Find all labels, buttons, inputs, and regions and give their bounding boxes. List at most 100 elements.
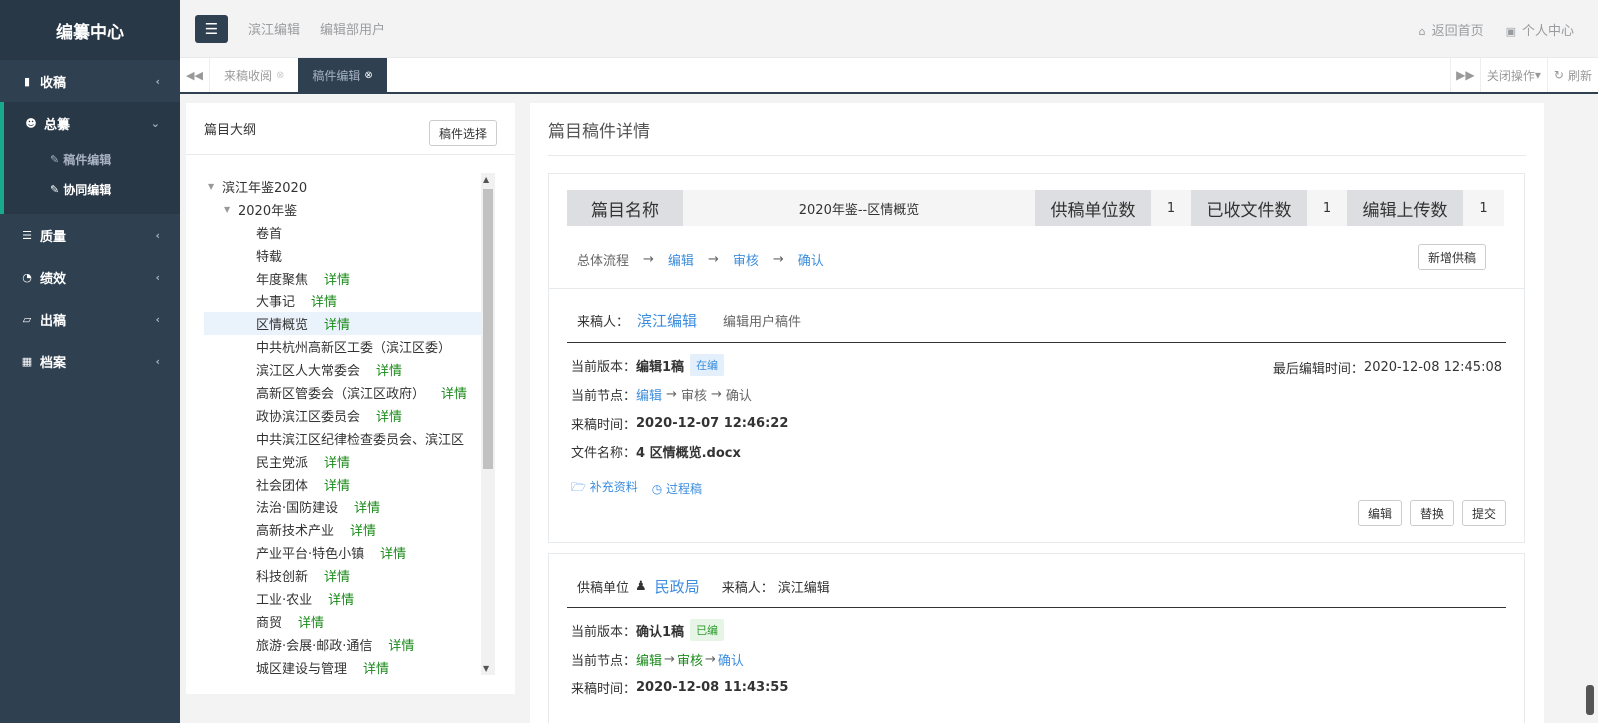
flow-step-confirm[interactable]: 确认 [798, 250, 824, 269]
tree-node-detail-link[interactable]: 详情 [363, 658, 389, 675]
tree-node-label[interactable]: 特载 [256, 246, 282, 265]
close-icon[interactable]: ⊗ [276, 70, 284, 81]
scrollbar-thumb[interactable] [483, 189, 493, 469]
tree-node[interactable]: 工业·农业 详情 [204, 587, 482, 610]
tabs-scroll-right-button[interactable]: ▶▶ [1449, 58, 1480, 92]
tree-node-label[interactable]: 工业·农业 [256, 589, 312, 608]
tree-node-detail-link[interactable]: 详情 [380, 543, 406, 562]
tree-node-detail-link[interactable]: 详情 [376, 360, 402, 379]
node-edit[interactable]: 编辑 [636, 650, 662, 669]
submitter-link[interactable]: 滨江编辑 [637, 310, 697, 331]
tree-node-label[interactable]: 社会团体 [256, 475, 308, 494]
profile-link[interactable]: ▣ 个人中心 [1506, 20, 1574, 39]
tree-node-detail-link[interactable]: 详情 [388, 635, 414, 654]
tree-node-label[interactable]: 城区建设与管理 [256, 658, 347, 675]
tree-node-label[interactable]: 产业平台·特色小镇 [256, 543, 364, 562]
scroll-down-icon[interactable]: ▼ [483, 664, 489, 673]
submit-button[interactable]: 提交 [1461, 500, 1506, 526]
tree-node-detail-link[interactable]: 详情 [441, 383, 467, 402]
tree-node[interactable]: 商贸 详情 [204, 610, 482, 633]
tree-node-detail-link[interactable]: 详情 [324, 475, 350, 494]
tree-node[interactable]: 法治·国防建设 详情 [204, 495, 482, 518]
tree-node[interactable]: 卷首 [204, 221, 482, 244]
tree-node-label[interactable]: 民主党派 [256, 452, 308, 471]
sub-item-manuscript-edit[interactable]: ✎ 稿件编辑 [4, 144, 180, 174]
home-link[interactable]: ⌂ 返回首页 [1419, 20, 1484, 39]
tree-node-label[interactable]: 旅游·会展·邮政·通信 [256, 635, 372, 654]
tree-node[interactable]: 年度聚焦 详情 [204, 267, 482, 290]
tree-node-label[interactable]: 卷首 [256, 223, 282, 242]
nav-item-archive[interactable]: ▦ 档案 ‹ [0, 340, 180, 382]
sub-item-collab-edit[interactable]: ✎ 协同编辑 [4, 174, 180, 204]
tree-node-detail-link[interactable]: 详情 [354, 497, 380, 516]
tab-manuscript-edit[interactable]: 稿件编辑 ⊗ [298, 58, 387, 92]
tree-node-label[interactable]: 滨江年鉴2020 [222, 177, 307, 196]
tree-node[interactable]: 区情概览 详情 [204, 312, 482, 336]
tabs-scroll-left-button[interactable]: ◀◀ [180, 58, 210, 92]
tree-node[interactable]: 中共滨江区纪律检查委员会、滨江区 [204, 427, 482, 450]
nav-item-output[interactable]: ▱ 出稿 ‹ [0, 298, 180, 340]
tree-node-label[interactable]: 高新区管委会（滨江区政府） [256, 383, 425, 402]
tree-node[interactable]: 高新区管委会（滨江区政府） 详情 [204, 381, 482, 404]
tree-node-detail-link[interactable]: 详情 [324, 269, 350, 288]
close-ops-dropdown[interactable]: 关闭操作 ▾ [1479, 58, 1547, 92]
tree-node[interactable]: 中共杭州高新区工委（滨江区委） [204, 335, 482, 358]
caret-down-icon[interactable]: ▼ [208, 182, 222, 191]
tree-node-detail-link[interactable]: 详情 [324, 314, 350, 333]
tree-node[interactable]: 政协滨江区委员会 详情 [204, 404, 482, 427]
tree-node-label[interactable]: 商贸 [256, 612, 282, 631]
outline-scrollbar[interactable]: ▲ ▼ [481, 173, 495, 675]
edit-button[interactable]: 编辑 [1357, 500, 1402, 526]
tree-node[interactable]: 社会团体 详情 [204, 473, 482, 496]
tree-node[interactable]: 旅游·会展·邮政·通信 详情 [204, 633, 482, 656]
close-icon[interactable]: ⊗ [364, 70, 372, 81]
tree-node-label[interactable]: 高新技术产业 [256, 520, 334, 539]
tree-node[interactable]: 滨江区人大常委会 详情 [204, 358, 482, 381]
nav-item-compile[interactable]: ☻ 总纂 ⌄ [4, 102, 180, 144]
menu-toggle-button[interactable]: ☰ [195, 14, 228, 43]
tree-node[interactable]: ▼ 2020年鉴 [204, 198, 482, 221]
flow-step-edit[interactable]: 编辑 [668, 250, 694, 269]
tree-node-detail-link[interactable]: 详情 [298, 612, 324, 631]
tree-node[interactable]: 城区建设与管理 详情 [204, 656, 482, 675]
tree-node[interactable]: 科技创新 详情 [204, 564, 482, 587]
replace-button[interactable]: 替换 [1409, 500, 1454, 526]
tree-node-label[interactable]: 中共滨江区纪律检查委员会、滨江区 [256, 429, 464, 448]
unit-link[interactable]: 民政局 [655, 576, 700, 597]
node-confirm[interactable]: 确认 [718, 650, 744, 669]
tree-node[interactable]: 高新技术产业 详情 [204, 518, 482, 541]
top-link-editorial-users[interactable]: 编辑部用户 [320, 19, 385, 38]
manuscript-select-button[interactable]: 稿件选择 [428, 120, 497, 146]
process-draft-link[interactable]: ◷ 过程稿 [652, 480, 702, 497]
refresh-button[interactable]: ↻ 刷新 [1546, 58, 1598, 92]
tab-submission-review[interactable]: 来稿收阅 ⊗ [210, 58, 298, 92]
tree-node-detail-link[interactable]: 详情 [324, 566, 350, 585]
caret-down-icon[interactable]: ▼ [224, 205, 238, 214]
nav-item-submission[interactable]: ▮ 收稿 ‹ [0, 60, 180, 102]
scroll-up-icon[interactable]: ▲ [483, 175, 489, 184]
tree-node-label[interactable]: 中共杭州高新区工委（滨江区委） [256, 337, 451, 356]
tree-node-detail-link[interactable]: 详情 [311, 291, 337, 310]
tree-node[interactable]: 大事记 详情 [204, 289, 482, 312]
tree-node[interactable]: 民主党派 详情 [204, 450, 482, 473]
node-edit[interactable]: 编辑 [636, 385, 662, 404]
add-submission-button[interactable]: 新增供稿 [1417, 244, 1486, 270]
tree-node-label[interactable]: 2020年鉴 [238, 200, 297, 219]
tree-node-label[interactable]: 科技创新 [256, 566, 308, 585]
supplement-link[interactable]: 🗁 补充资料 [571, 478, 638, 499]
tree-node-label[interactable]: 大事记 [256, 291, 295, 310]
nav-item-quality[interactable]: ☰ 质量 ‹ [0, 214, 180, 256]
page-scrollbar-thumb[interactable] [1586, 685, 1594, 715]
node-review[interactable]: 审核 [677, 650, 703, 669]
tree-node-detail-link[interactable]: 详情 [328, 589, 354, 608]
tree-node-label[interactable]: 政协滨江区委员会 [256, 406, 360, 425]
tree-node[interactable]: 产业平台·特色小镇 详情 [204, 541, 482, 564]
top-link-binjiang-edit[interactable]: 滨江编辑 [248, 19, 300, 38]
tree-node[interactable]: 特载 [204, 244, 482, 267]
tree-node[interactable]: ▼ 滨江年鉴2020 [204, 175, 482, 198]
tree-node-detail-link[interactable]: 详情 [350, 520, 376, 539]
tree-node-label[interactable]: 滨江区人大常委会 [256, 360, 360, 379]
tree-node-detail-link[interactable]: 详情 [376, 406, 402, 425]
nav-item-performance[interactable]: ◔ 绩效 ‹ [0, 256, 180, 298]
tree-node-detail-link[interactable]: 详情 [324, 452, 350, 471]
